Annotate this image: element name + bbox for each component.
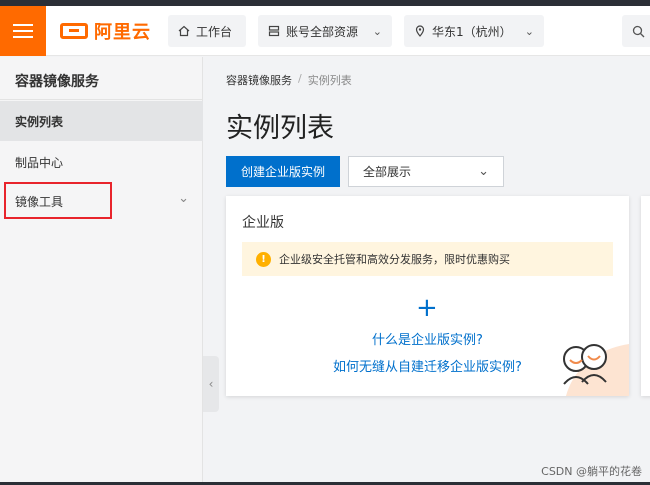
aliyun-logo-icon <box>60 23 88 39</box>
promo-notice: ! 企业级安全托管和高效分发服务，限时优惠购买 <box>242 242 613 276</box>
highlight-box <box>4 182 112 219</box>
logo-text: 阿里云 <box>94 22 151 43</box>
chevron-down-icon: ⌄ <box>372 24 382 38</box>
menu-icon[interactable] <box>0 6 46 56</box>
warning-icon: ! <box>256 251 271 267</box>
sidebar-item-artifact-center[interactable]: 制品中心 <box>0 142 203 182</box>
breadcrumb-separator: / <box>298 72 302 85</box>
chevron-left-icon: ‹ <box>208 377 214 391</box>
sidebar-item-instances[interactable]: 实例列表 <box>0 101 203 141</box>
breadcrumb: 容器镜像服务 / 实例列表 <box>226 72 352 88</box>
chevron-down-icon: ⌄ <box>478 164 489 179</box>
page-title: 实例列表 <box>226 113 334 144</box>
breadcrumb-item-service[interactable]: 容器镜像服务 <box>226 72 292 88</box>
server-icon <box>268 25 280 37</box>
workbench-label: 工作台 <box>196 24 233 39</box>
aliyun-logo[interactable]: 阿里云 <box>60 20 151 43</box>
region-label: 华东1（杭州） <box>432 24 512 39</box>
sidebar-divider <box>0 99 203 100</box>
breadcrumb-item-current: 实例列表 <box>307 74 352 87</box>
next-card-edge <box>641 196 650 396</box>
sidebar-collapse-handle[interactable]: ‹ <box>203 356 219 412</box>
search-button[interactable] <box>622 15 650 47</box>
sidebar: 容器镜像服务 实例列表 制品中心 镜像工具 ⌄ <box>0 57 203 485</box>
display-filter-select[interactable]: 全部展示 ⌄ <box>348 156 504 187</box>
account-resources-dropdown[interactable]: 账号全部资源 ⌄ <box>258 15 392 47</box>
location-pin-icon <box>415 25 425 37</box>
search-icon <box>632 25 645 37</box>
account-resources-label: 账号全部资源 <box>286 24 359 39</box>
enterprise-edition-card: 企业版 ! 企业级安全托管和高效分发服务，限时优惠购买 + 什么是企业版实例? … <box>226 196 629 396</box>
chevron-down-icon: ⌄ <box>524 24 534 38</box>
workbench-button[interactable]: 工作台 <box>168 15 246 47</box>
top-navigation-bar: 阿里云 工作台 账号全部资源 ⌄ 华东1（杭州） ⌄ <box>0 6 650 56</box>
create-enterprise-instance-button[interactable]: 创建企业版实例 <box>226 156 340 187</box>
promo-notice-text: 企业级安全托管和高效分发服务，限时优惠购买 <box>279 253 510 266</box>
display-filter-value: 全部展示 <box>363 165 412 179</box>
sidebar-item-label: 制品中心 <box>15 155 64 170</box>
chevron-down-icon: ⌄ <box>178 191 189 206</box>
region-selector[interactable]: 华东1（杭州） ⌄ <box>404 15 544 47</box>
sidebar-item-label: 实例列表 <box>15 114 64 129</box>
card-title: 企业版 <box>242 215 284 231</box>
home-icon <box>178 25 190 37</box>
people-illustration-icon <box>563 344 629 396</box>
add-instance-icon[interactable]: + <box>416 295 438 321</box>
watermark-text: CSDN @躺平的花卷 <box>541 465 642 478</box>
sidebar-title: 容器镜像服务 <box>15 74 99 90</box>
